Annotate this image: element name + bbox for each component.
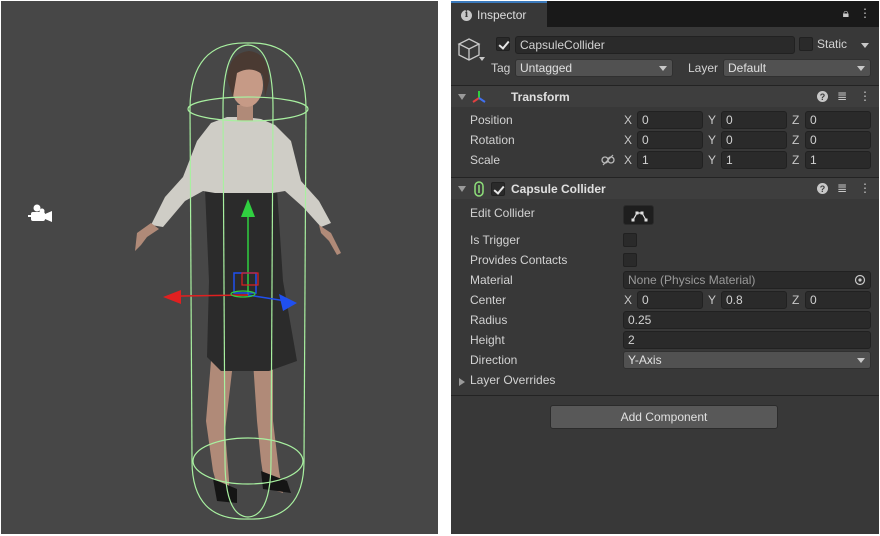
static-dropdown-arrow-icon[interactable] <box>861 43 869 48</box>
position-x-axis-label: X <box>624 113 633 127</box>
scale-y-axis-label: Y <box>708 153 717 167</box>
direction-dropdown[interactable]: Y-Axis <box>623 351 871 369</box>
scale-z-field[interactable]: 1 <box>805 151 871 169</box>
height-field[interactable]: 2 <box>623 331 871 349</box>
foldout-arrow-icon[interactable] <box>458 94 466 100</box>
divider <box>451 395 879 396</box>
transform-axes-icon <box>472 91 486 103</box>
radius-label: Radius <box>470 313 508 327</box>
center-z-field[interactable]: 0 <box>805 291 871 309</box>
scale-y-field[interactable]: 1 <box>721 151 787 169</box>
transform-title: Transform <box>511 90 570 104</box>
capsule-collider-title: Capsule Collider <box>511 182 606 196</box>
rotation-x-axis-label: X <box>624 133 633 147</box>
layer-dropdown[interactable]: Default <box>723 59 871 77</box>
rotation-z-field[interactable]: 0 <box>805 131 871 149</box>
center-y-axis-label: Y <box>708 293 717 307</box>
radius-field[interactable]: 0.25 <box>623 311 871 329</box>
tag-dropdown[interactable]: Untagged <box>515 59 673 77</box>
constrain-proportions-link-icon[interactable] <box>601 154 615 166</box>
rotation-y-axis-label: Y <box>708 133 717 147</box>
help-icon[interactable]: ? <box>817 183 828 194</box>
chevron-down-icon <box>857 358 865 363</box>
tab-inspector[interactable]: i Inspector <box>451 1 547 27</box>
position-label: Position <box>470 113 513 127</box>
center-z-axis-label: Z <box>792 293 800 307</box>
capsule-collider-header[interactable]: Capsule Collider ? ≣ ⋮ <box>451 177 879 199</box>
height-label: Height <box>470 333 505 347</box>
provides-contacts-label: Provides Contacts <box>470 253 568 267</box>
static-checkbox[interactable] <box>799 37 813 51</box>
tab-inspector-label: Inspector <box>477 8 527 22</box>
material-object-field[interactable]: None (Physics Material) <box>623 271 871 289</box>
scale-z-axis-label: Z <box>792 153 800 167</box>
preset-settings-icon[interactable]: ≣ <box>837 181 847 195</box>
edit-collider-icon <box>631 211 648 222</box>
position-z-field[interactable]: 0 <box>805 111 871 129</box>
inspector-tab-bar: i Inspector 🔒︎ ⋮ <box>451 1 879 27</box>
scene-view[interactable] <box>1 1 438 534</box>
layer-overrides-label: Layer Overrides <box>470 373 556 387</box>
scale-x-axis-label: X <box>624 153 633 167</box>
center-label: Center <box>470 293 507 307</box>
position-y-field[interactable]: 0 <box>721 111 787 129</box>
provides-contacts-checkbox[interactable] <box>623 253 637 267</box>
layer-label: Layer <box>688 61 719 75</box>
scale-x-field[interactable]: 1 <box>637 151 703 169</box>
component-menu-icon[interactable]: ⋮ <box>859 181 871 195</box>
direction-label: Direction <box>470 353 518 367</box>
rotation-label: Rotation <box>470 133 515 147</box>
camera-gizmo-icon[interactable] <box>28 204 52 223</box>
edit-collider-label: Edit Collider <box>470 206 535 220</box>
chevron-down-icon <box>659 66 667 71</box>
chevron-down-icon <box>857 66 865 71</box>
rotation-y-field[interactable]: 0 <box>721 131 787 149</box>
preset-settings-icon[interactable]: ≣ <box>837 89 847 103</box>
gameobject-cube-icon[interactable] <box>457 37 487 65</box>
material-label: Material <box>470 273 513 287</box>
center-y-field[interactable]: 0.8 <box>721 291 787 309</box>
rotation-x-field[interactable]: 0 <box>637 131 703 149</box>
scale-label: Scale <box>470 153 501 167</box>
transform-header[interactable]: Transform ? ≣ ⋮ <box>451 85 879 107</box>
center-x-field[interactable]: 0 <box>637 291 703 309</box>
lock-icon[interactable]: 🔒︎ <box>843 6 849 21</box>
gameobject-name-field[interactable]: CapsuleCollider <box>515 36 795 54</box>
tag-dropdown-value: Untagged <box>520 61 573 75</box>
gameobject-active-checkbox[interactable] <box>496 37 510 51</box>
rotation-z-axis-label: Z <box>792 133 800 147</box>
component-menu-icon[interactable]: ⋮ <box>859 89 871 103</box>
layer-dropdown-value: Default <box>728 61 767 75</box>
edit-collider-button[interactable] <box>623 205 654 225</box>
position-x-field[interactable]: 0 <box>637 111 703 129</box>
inspector-panel: i Inspector 🔒︎ ⋮ CapsuleCollider Static … <box>451 1 879 534</box>
character-model[interactable] <box>135 51 341 503</box>
material-value: None (Physics Material) <box>628 273 756 287</box>
is-trigger-checkbox[interactable] <box>623 233 637 247</box>
add-component-button[interactable]: Add Component <box>550 405 778 429</box>
direction-dropdown-value: Y-Axis <box>628 353 662 367</box>
position-z-axis-label: Z <box>792 113 800 127</box>
scene-canvas[interactable] <box>1 1 438 534</box>
help-icon[interactable]: ? <box>817 91 828 102</box>
foldout-arrow-icon[interactable] <box>459 378 465 386</box>
foldout-arrow-icon[interactable] <box>458 186 466 192</box>
center-x-axis-label: X <box>624 293 633 307</box>
kebab-menu-icon[interactable]: ⋮ <box>859 6 871 21</box>
capsule-collider-enabled-checkbox[interactable] <box>491 182 505 196</box>
tag-label: Tag <box>491 61 511 75</box>
static-label: Static <box>817 37 848 51</box>
position-y-axis-label: Y <box>708 113 717 127</box>
capsule-collider-icon <box>474 181 484 197</box>
layer-overrides-foldout[interactable]: Layer Overrides <box>457 373 657 391</box>
object-picker-icon[interactable] <box>854 274 866 286</box>
info-icon: i <box>461 9 472 21</box>
is-trigger-label: Is Trigger <box>470 233 521 247</box>
